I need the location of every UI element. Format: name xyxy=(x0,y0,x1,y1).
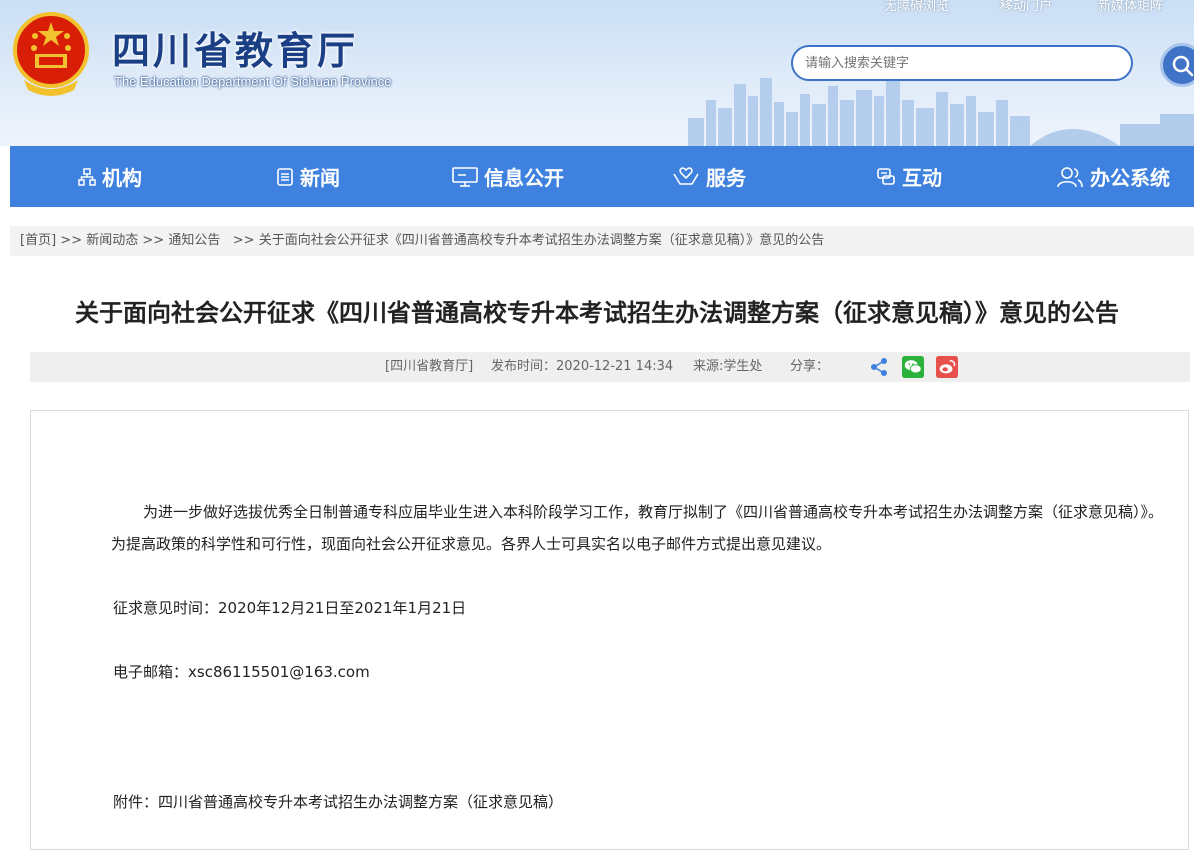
publish-time: 发布时间：2020-12-21 14:34 xyxy=(491,359,674,374)
main-nav: 机构 新闻 信息公开 服务 互动 办公系统 xyxy=(10,146,1194,207)
attachment-link[interactable]: 附件：四川省普通高校专升本考试招生办法调整方案（征求意见稿） xyxy=(113,791,563,812)
hands-icon xyxy=(673,166,699,185)
site-subtitle: The Education Department Of Sichuan Prov… xyxy=(114,74,392,89)
breadcrumb-separator: >> xyxy=(60,233,83,248)
comment-period: 征求意见时间：2020年12月21日至2021年1月21日 xyxy=(113,599,467,617)
breadcrumb-separator: >> xyxy=(232,233,255,248)
new-media-link[interactable]: 新媒体矩阵 xyxy=(1098,0,1163,14)
nav-label-service: 服务 xyxy=(706,166,746,190)
nav-label-org: 机构 xyxy=(102,166,142,190)
nav-item-news[interactable]: 新闻 xyxy=(276,146,340,207)
site-title: 四川省教育厅 xyxy=(112,29,359,73)
nav-label-info-disclosure: 信息公开 xyxy=(484,166,564,190)
source-org: [四川省教育厅] xyxy=(385,359,474,374)
top-links: 无障碍浏览 移动门户 新媒体矩阵 xyxy=(0,0,1194,14)
share-label: 分享： xyxy=(790,359,830,374)
search-icon xyxy=(1172,55,1194,77)
users-icon xyxy=(1057,166,1083,187)
article-content: 为进一步做好选拔优秀全日制普通专科应届毕业生进入本科阶段学习工作，教育厅拟制了《… xyxy=(30,410,1189,850)
breadcrumb-current[interactable]: 关于面向社会公开征求《四川省普通高校专升本考试招生办法调整方案（征求意见稿）》意… xyxy=(259,233,825,248)
breadcrumb-notices[interactable]: 通知公告 xyxy=(168,233,220,248)
article-source: 来源:学生处 xyxy=(693,359,763,374)
national-emblem xyxy=(13,12,89,96)
article-paragraph: 为进一步做好选拔优秀全日制普通专科应届毕业生进入本科阶段学习工作，教育厅拟制了《… xyxy=(111,503,1164,553)
wechat-icon[interactable] xyxy=(902,356,924,378)
nav-item-org[interactable]: 机构 xyxy=(78,146,142,207)
article-title: 关于面向社会公开征求《四川省普通高校专升本考试招生办法调整方案（征求意见稿）》意… xyxy=(75,299,1119,327)
share-icon[interactable] xyxy=(868,356,890,378)
breadcrumb-home[interactable]: [首页] xyxy=(20,233,56,248)
article-meta-bar: [四川省教育厅] 发布时间：2020-12-21 14:34 来源:学生处 分享… xyxy=(30,352,1190,382)
chat-icon xyxy=(877,167,895,185)
nav-item-service[interactable]: 服务 xyxy=(672,146,746,207)
monitor-icon xyxy=(452,166,478,187)
breadcrumb-separator: >> xyxy=(142,233,165,248)
weibo-icon[interactable] xyxy=(936,356,958,378)
nav-item-info-disclosure[interactable]: 信息公开 xyxy=(452,146,564,207)
org-chart-icon xyxy=(78,167,96,186)
news-icon xyxy=(277,167,293,186)
nav-label-office-system: 办公系统 xyxy=(1090,166,1170,190)
nav-label-interaction: 互动 xyxy=(902,166,942,190)
mobile-portal-link[interactable]: 移动门户 xyxy=(1000,0,1052,14)
site-header: 四川省教育厅 The Education Department Of Sichu… xyxy=(0,0,1194,146)
nav-item-interaction[interactable]: 互动 xyxy=(876,146,942,207)
breadcrumb-news[interactable]: 新闻动态 xyxy=(86,233,138,248)
nav-item-office-system[interactable]: 办公系统 xyxy=(1056,146,1170,207)
breadcrumb: [首页] >> 新闻动态 >> 通知公告 >> 关于面向社会公开征求《四川省普通… xyxy=(10,226,1194,256)
accessibility-link[interactable]: 无障碍浏览 xyxy=(884,0,949,14)
nav-label-news: 新闻 xyxy=(300,166,340,190)
search-input[interactable] xyxy=(791,45,1133,81)
contact-email[interactable]: 电子邮箱：xsc86115501@163.com xyxy=(113,661,370,682)
